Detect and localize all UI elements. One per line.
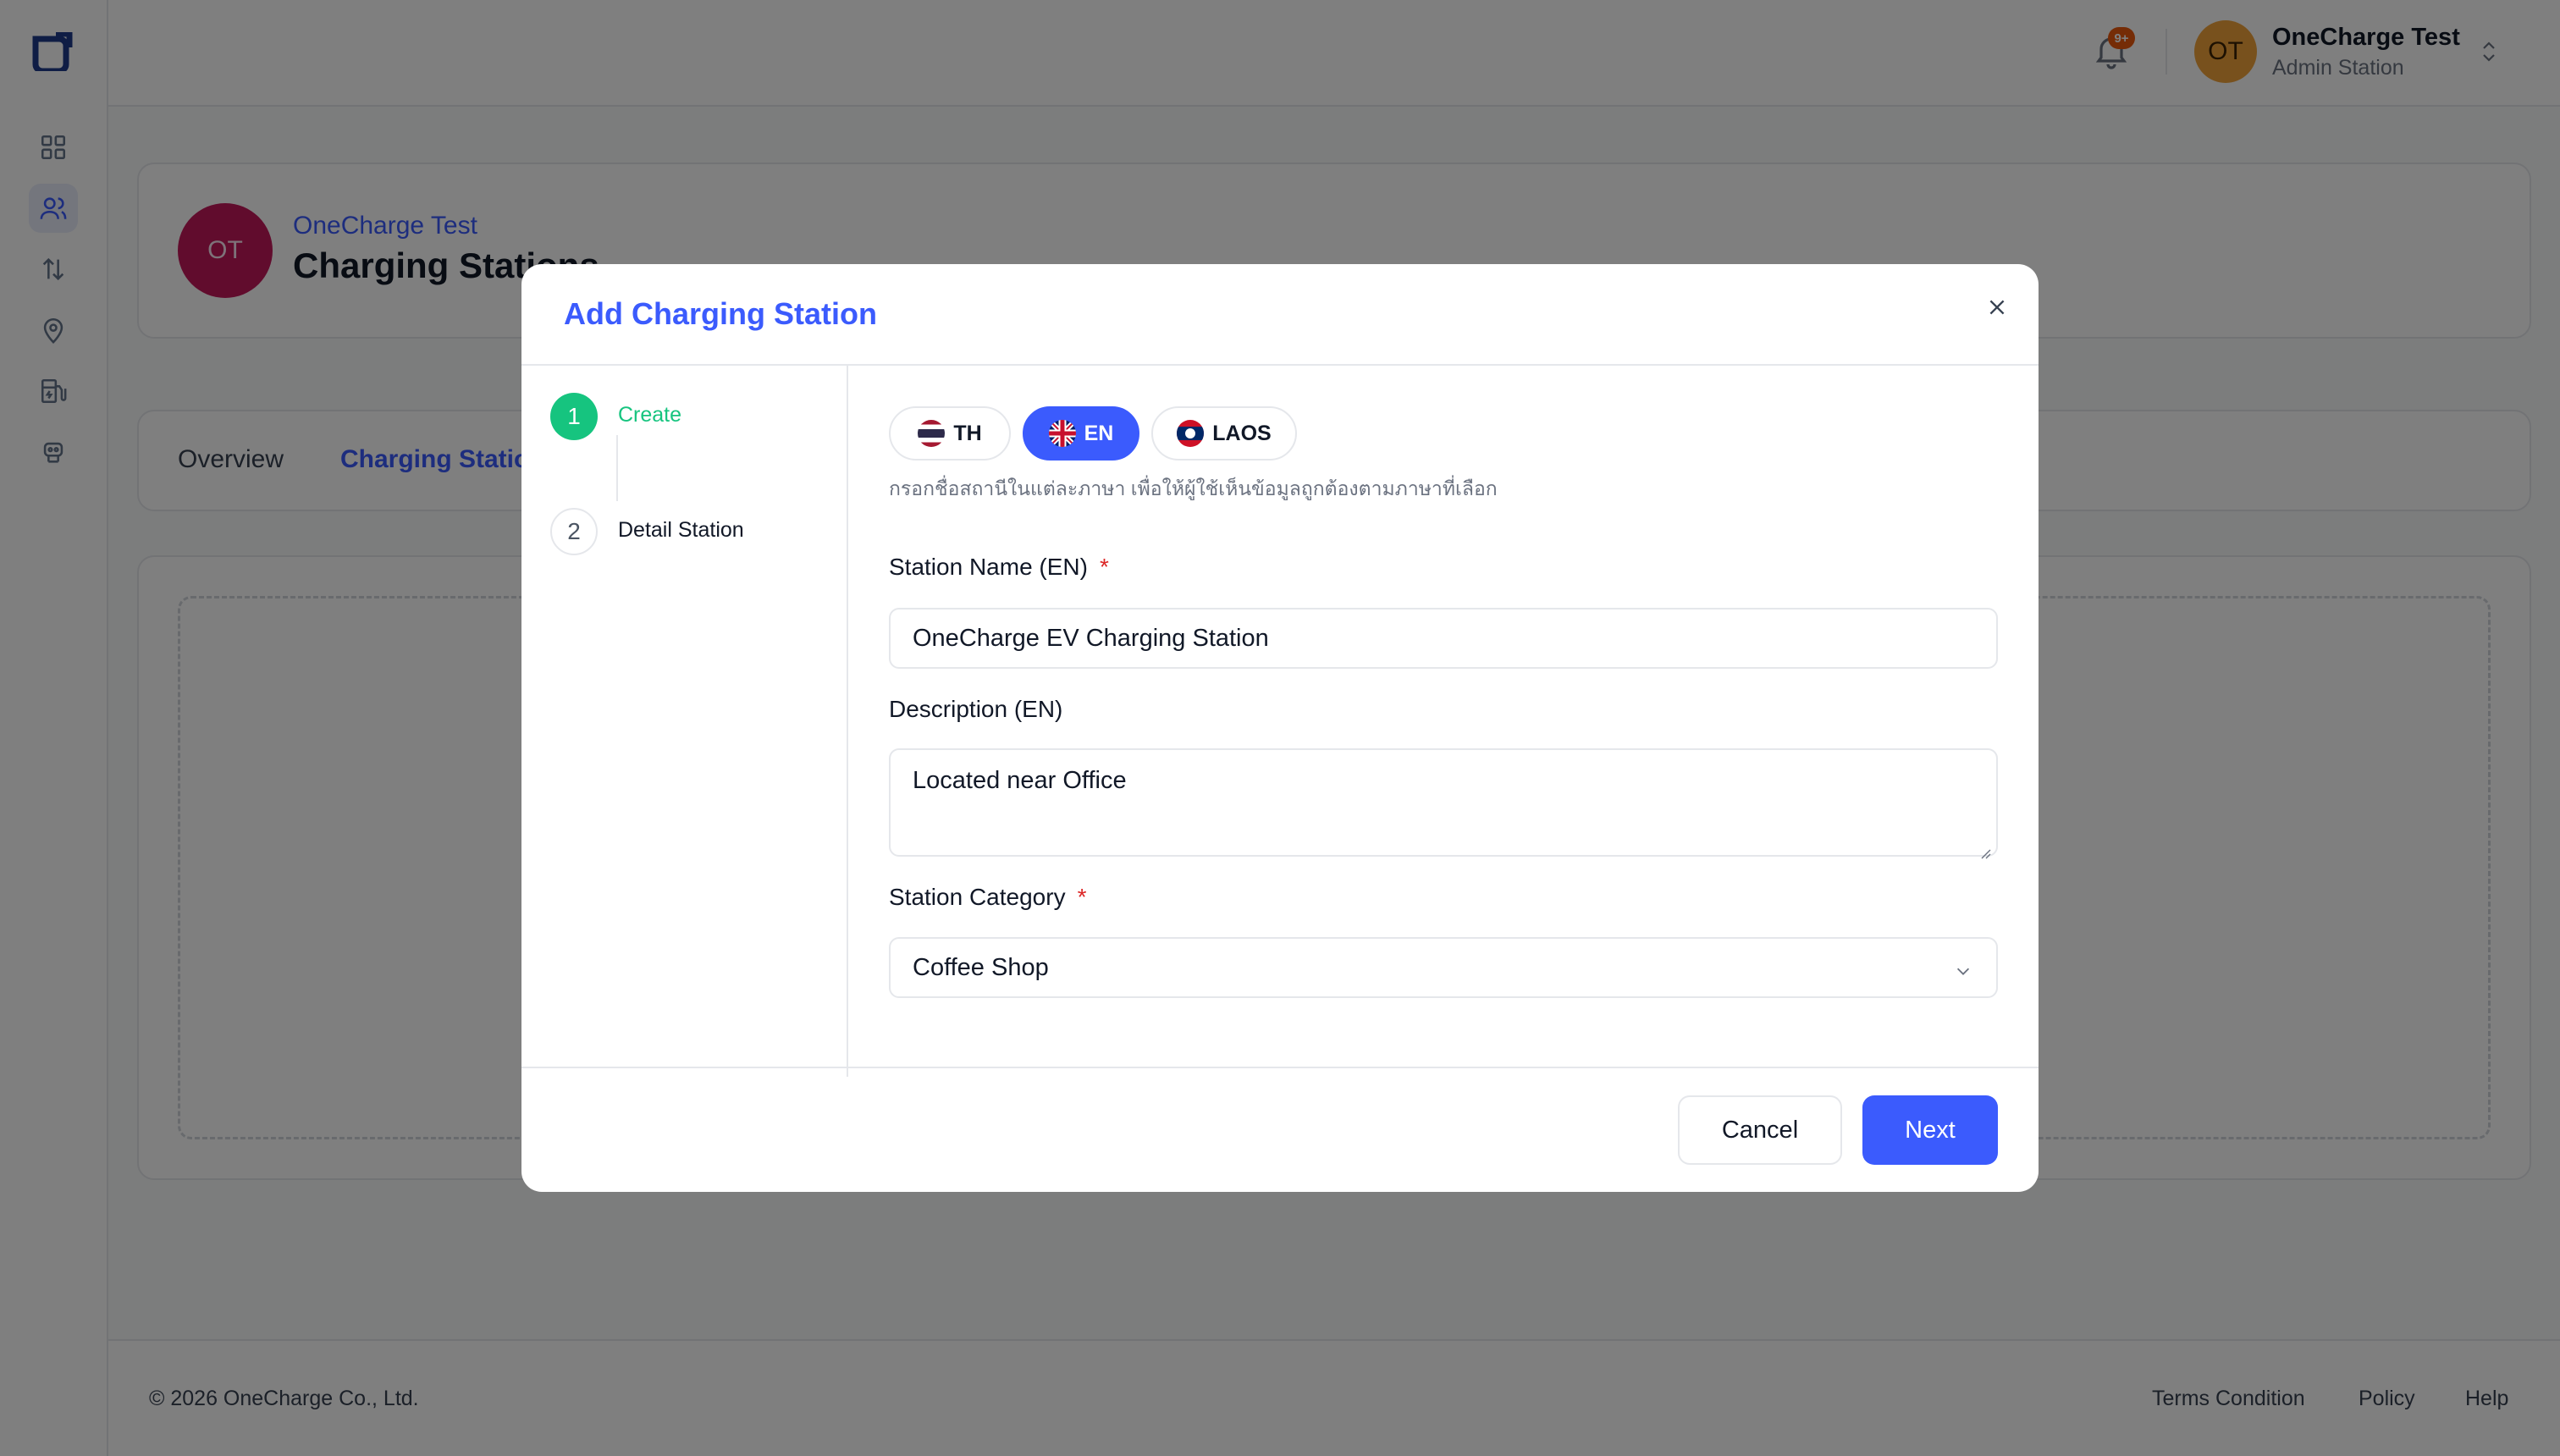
language-hint: กรอกชื่อสถานีในแต่ละภาษา เพื่อให้ผู้ใช้เ…	[889, 477, 1498, 499]
station-name-value: OneCharge EV Charging Station	[913, 624, 1269, 652]
next-button[interactable]: Next	[1862, 1095, 1998, 1165]
language-laos-label: LAOS	[1212, 421, 1272, 445]
category-value: Coffee Shop	[913, 953, 1049, 981]
step-1-indicator: 1	[550, 393, 598, 440]
step-2-indicator: 2	[550, 508, 598, 555]
language-th-button[interactable]: TH	[889, 406, 1011, 461]
language-th-label: TH	[953, 421, 982, 445]
resize-handle-icon[interactable]	[1979, 838, 1991, 859]
category-label: Station Category *	[889, 884, 1087, 910]
uk-flag-icon	[1048, 420, 1076, 447]
required-mark: *	[1077, 884, 1087, 910]
step-2-label: Detail Station	[618, 518, 744, 542]
thailand-flag-icon	[918, 420, 946, 447]
laos-flag-icon	[1177, 420, 1205, 447]
step-connector	[616, 435, 618, 501]
description-value: Located near Office	[913, 767, 1127, 794]
modal-header-divider	[521, 364, 2039, 366]
language-en-button[interactable]: EN	[1023, 406, 1139, 461]
description-label: Description (EN)	[889, 696, 1063, 722]
modal-title: Add Charging Station	[564, 296, 877, 331]
category-select[interactable]: Coffee Shop	[889, 937, 1998, 998]
add-station-modal: Add Charging Station 1 Create 2 Detail S…	[521, 264, 2039, 1192]
chevron-down-icon	[1954, 959, 1972, 978]
stepper-divider	[847, 366, 848, 1077]
language-en-label: EN	[1084, 421, 1114, 445]
required-mark: *	[1099, 554, 1109, 580]
language-laos-button[interactable]: LAOS	[1151, 406, 1297, 461]
description-textarea[interactable]: Located near Office	[889, 748, 1998, 859]
station-name-input[interactable]: OneCharge EV Charging Station	[889, 608, 1998, 669]
cancel-button[interactable]: Cancel	[1678, 1095, 1842, 1165]
close-icon[interactable]	[1983, 293, 2011, 322]
step-1-label: Create	[618, 403, 682, 427]
station-name-label: Station Name (EN) *	[889, 554, 1109, 580]
modal-footer-divider	[521, 1067, 2039, 1068]
